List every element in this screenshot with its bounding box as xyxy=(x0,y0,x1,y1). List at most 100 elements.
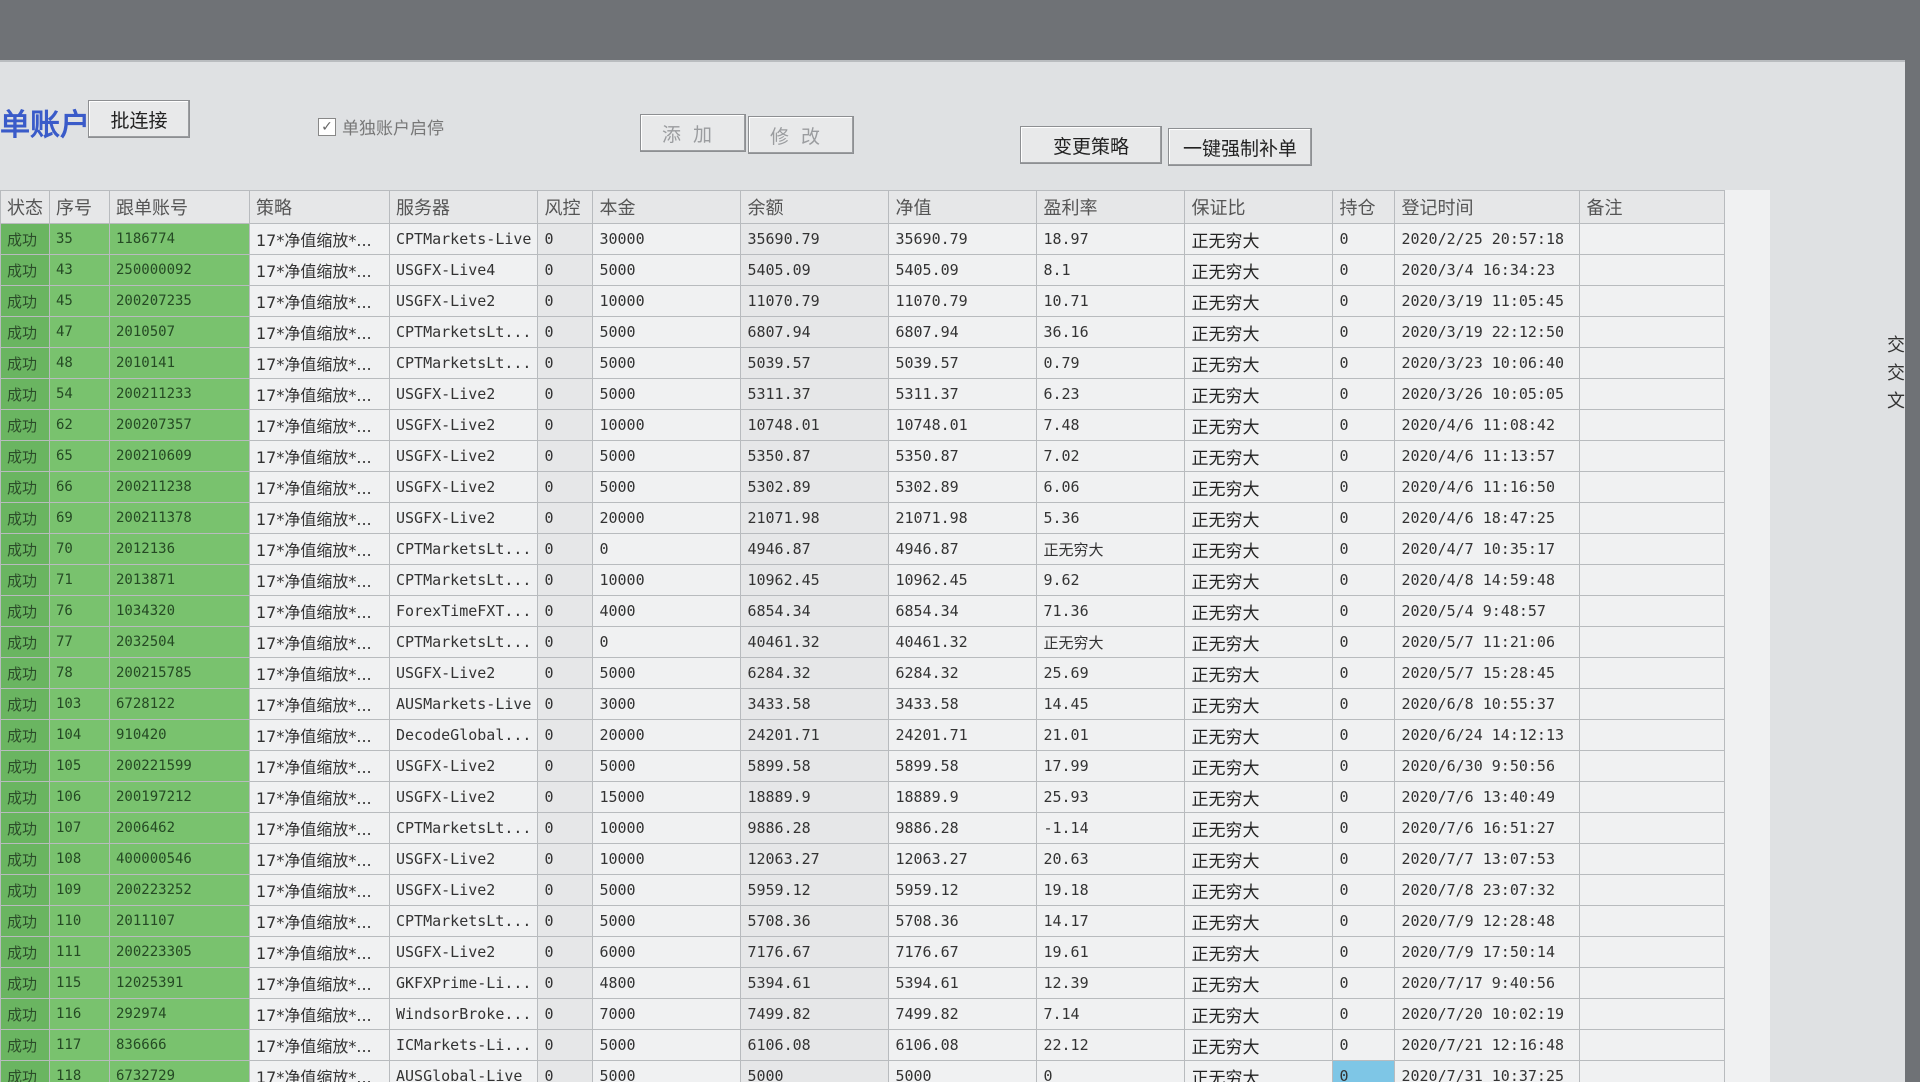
table-row[interactable]: 成功47201050717*净值缩放*...CPTMarketsLt...050… xyxy=(1,317,1725,348)
table-row[interactable]: 成功107200646217*净值缩放*...CPTMarketsLt...01… xyxy=(1,813,1725,844)
table-row[interactable]: 成功103672812217*净值缩放*...AUSMarkets-Live03… xyxy=(1,689,1725,720)
margin-ratio-cell: 正无穷大 xyxy=(1185,565,1333,596)
profit-cell: 7.02 xyxy=(1037,441,1185,472)
column-header[interactable]: 风控 xyxy=(538,191,593,224)
equity-cell: 5000 xyxy=(889,1061,1037,1082)
independent-start-stop-checkbox[interactable]: ✓ 单独账户启停 xyxy=(318,114,444,139)
table-row[interactable]: 成功6620021123817*净值缩放*...USGFX-Live205000… xyxy=(1,472,1725,503)
column-header[interactable]: 本金 xyxy=(593,191,741,224)
seq-cell: 43 xyxy=(50,255,110,286)
table-row[interactable]: 成功71201387117*净值缩放*...CPTMarketsLt...010… xyxy=(1,565,1725,596)
register-time-cell: 2020/4/6 11:13:57 xyxy=(1395,441,1580,472)
equity-cell: 7499.82 xyxy=(889,999,1037,1030)
force-fill-orders-button[interactable]: 一键强制补单 xyxy=(1168,128,1312,166)
account-cell: 2013871 xyxy=(110,565,250,596)
table-row[interactable]: 成功6220020735717*净值缩放*...USGFX-Live201000… xyxy=(1,410,1725,441)
equity-cell: 5405.09 xyxy=(889,255,1037,286)
note-cell xyxy=(1580,441,1725,472)
column-header[interactable]: 持仓 xyxy=(1333,191,1395,224)
seq-cell: 109 xyxy=(50,875,110,906)
table-row[interactable]: 成功4325000009217*净值缩放*...USGFX-Live405000… xyxy=(1,255,1725,286)
status-cell: 成功 xyxy=(1,1061,50,1082)
table-row[interactable]: 成功5420021123317*净值缩放*...USGFX-Live205000… xyxy=(1,379,1725,410)
batch-connect-button[interactable]: 批连接 xyxy=(88,100,190,138)
add-button[interactable]: 添加 xyxy=(640,114,746,152)
table-row[interactable]: 成功110201110717*净值缩放*...CPTMarketsLt...05… xyxy=(1,906,1725,937)
table-row[interactable]: 成功118673272917*净值缩放*...AUSGlobal-Live050… xyxy=(1,1061,1725,1082)
principal-cell: 5000 xyxy=(593,1061,741,1082)
position-cell: 0 xyxy=(1333,534,1395,565)
edit-button[interactable]: 修改 xyxy=(748,116,854,154)
change-strategy-button[interactable]: 变更策略 xyxy=(1020,126,1162,164)
seq-cell: 35 xyxy=(50,224,110,255)
profit-cell: 25.69 xyxy=(1037,658,1185,689)
column-header[interactable]: 余额 xyxy=(741,191,889,224)
column-header[interactable]: 跟单账号 xyxy=(110,191,250,224)
status-cell: 成功 xyxy=(1,348,50,379)
balance-cell: 10962.45 xyxy=(741,565,889,596)
table-row[interactable]: 成功48201014117*净值缩放*...CPTMarketsLt...050… xyxy=(1,348,1725,379)
balance-cell: 6807.94 xyxy=(741,317,889,348)
position-cell: 0 xyxy=(1333,751,1395,782)
account-cell: 200207235 xyxy=(110,286,250,317)
table-row[interactable]: 成功77203250417*净值缩放*...CPTMarketsLt...004… xyxy=(1,627,1725,658)
column-header[interactable]: 备注 xyxy=(1580,191,1725,224)
equity-cell: 5039.57 xyxy=(889,348,1037,379)
principal-cell: 4800 xyxy=(593,968,741,999)
table-row[interactable]: 成功10520022159917*净值缩放*...USGFX-Live20500… xyxy=(1,751,1725,782)
column-header[interactable]: 策略 xyxy=(250,191,390,224)
balance-cell: 6854.34 xyxy=(741,596,889,627)
seq-cell: 108 xyxy=(50,844,110,875)
column-header[interactable]: 序号 xyxy=(50,191,110,224)
status-cell: 成功 xyxy=(1,782,50,813)
account-cell: 2011107 xyxy=(110,906,250,937)
table-row[interactable]: 成功11783666617*净值缩放*...ICMarkets-Li...050… xyxy=(1,1030,1725,1061)
register-time-cell: 2020/2/25 20:57:18 xyxy=(1395,224,1580,255)
risk-cell: 0 xyxy=(538,720,593,751)
margin-ratio-cell: 正无穷大 xyxy=(1185,503,1333,534)
table-row[interactable]: 成功76103432017*净值缩放*...ForexTimeFXT...040… xyxy=(1,596,1725,627)
balance-cell: 10748.01 xyxy=(741,410,889,441)
table-row[interactable]: 成功6520021060917*净值缩放*...USGFX-Live205000… xyxy=(1,441,1725,472)
note-cell xyxy=(1580,503,1725,534)
table-row[interactable]: 成功10920022325217*净值缩放*...USGFX-Live20500… xyxy=(1,875,1725,906)
table-row[interactable]: 成功10840000054617*净值缩放*...USGFX-Live20100… xyxy=(1,844,1725,875)
table-row[interactable]: 成功11120022330517*净值缩放*...USGFX-Live20600… xyxy=(1,937,1725,968)
accounts-grid[interactable]: 状态序号跟单账号策略服务器风控本金余额净值盈利率保证比持仓登记时间备注 成功35… xyxy=(0,190,1770,1082)
column-header[interactable]: 登记时间 xyxy=(1395,191,1580,224)
table-row[interactable]: 成功1151202539117*净值缩放*...GKFXPrime-Li...0… xyxy=(1,968,1725,999)
register-time-cell: 2020/7/7 13:07:53 xyxy=(1395,844,1580,875)
note-cell xyxy=(1580,689,1725,720)
register-time-cell: 2020/3/26 10:05:05 xyxy=(1395,379,1580,410)
table-row[interactable]: 成功7820021578517*净值缩放*...USGFX-Live205000… xyxy=(1,658,1725,689)
table-row[interactable]: 成功10620019721217*净值缩放*...USGFX-Live20150… xyxy=(1,782,1725,813)
position-cell: 0 xyxy=(1333,255,1395,286)
principal-cell: 0 xyxy=(593,627,741,658)
table-row[interactable]: 成功10491042017*净值缩放*...DecodeGlobal...020… xyxy=(1,720,1725,751)
account-cell: 250000092 xyxy=(110,255,250,286)
status-cell: 成功 xyxy=(1,441,50,472)
server-cell: CPTMarketsLt... xyxy=(390,565,538,596)
account-cell: 200211233 xyxy=(110,379,250,410)
note-cell xyxy=(1580,410,1725,441)
column-header[interactable]: 盈利率 xyxy=(1037,191,1185,224)
column-header[interactable]: 服务器 xyxy=(390,191,538,224)
table-row[interactable]: 成功35118677417*净值缩放*...CPTMarkets-Live030… xyxy=(1,224,1725,255)
server-cell: WindsorBroke... xyxy=(390,999,538,1030)
table-row[interactable]: 成功6920021137817*净值缩放*...USGFX-Live202000… xyxy=(1,503,1725,534)
position-cell: 0 xyxy=(1333,658,1395,689)
column-header[interactable]: 状态 xyxy=(1,191,50,224)
table-row[interactable]: 成功4520020723517*净值缩放*...USGFX-Live201000… xyxy=(1,286,1725,317)
column-header[interactable]: 净值 xyxy=(889,191,1037,224)
toolbar: 单账户 批连接 ✓ 单独账户启停 添加 修改 变更策略 一键强制补单 xyxy=(0,62,1905,192)
position-cell: 0 xyxy=(1333,1061,1395,1082)
table-row[interactable]: 成功11629297417*净值缩放*...WindsorBroke...070… xyxy=(1,999,1725,1030)
equity-cell: 40461.32 xyxy=(889,627,1037,658)
table-row[interactable]: 成功70201213617*净值缩放*...CPTMarketsLt...004… xyxy=(1,534,1725,565)
server-cell: AUSMarkets-Live xyxy=(390,689,538,720)
page-title: 单账户 xyxy=(0,100,90,144)
note-cell xyxy=(1580,906,1725,937)
server-cell: CPTMarketsLt... xyxy=(390,534,538,565)
profit-cell: -1.14 xyxy=(1037,813,1185,844)
column-header[interactable]: 保证比 xyxy=(1185,191,1333,224)
